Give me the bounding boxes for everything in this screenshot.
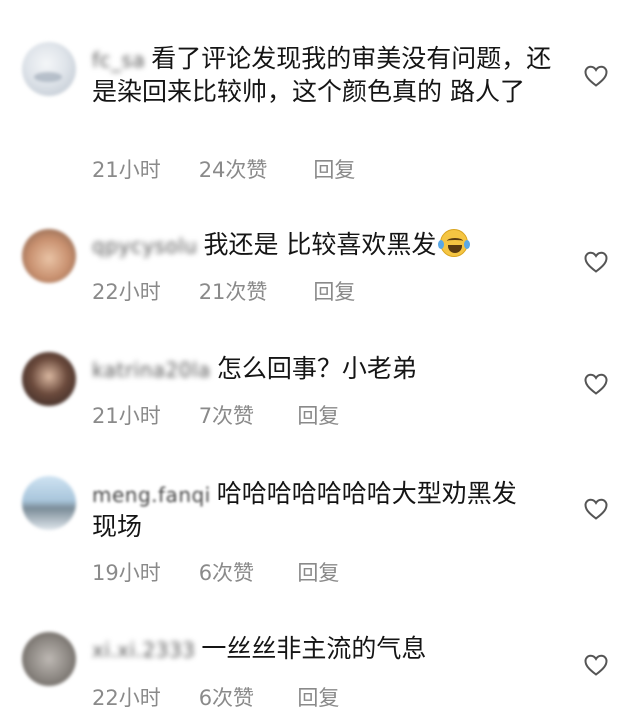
like-count[interactable]: 6次赞 — [199, 557, 291, 587]
comment-time: 22小时 — [92, 686, 161, 710]
avatar[interactable] — [22, 42, 76, 96]
like-count[interactable]: 24次赞 — [199, 154, 307, 184]
comment-text: fc_sa 看了评论发现我的审美没有问题，还是染回来比较帅，这个颜色真的 路人了 — [92, 43, 562, 107]
heart-outline-icon[interactable] — [584, 498, 608, 520]
avatar[interactable] — [22, 229, 76, 283]
reply-button[interactable]: 回复 — [313, 154, 355, 184]
comment-text: katrina20la 怎么回事？小老弟 — [92, 353, 562, 386]
comment-text: meng.fanqi 哈哈哈哈哈哈哈大型劝黑发现场 — [92, 478, 532, 542]
comment-time: 21小时 — [92, 404, 161, 428]
avatar[interactable] — [22, 476, 76, 530]
comment-time: 22小时 — [92, 280, 161, 304]
heart-outline-icon[interactable] — [584, 373, 608, 395]
comment-time: 21小时 — [92, 158, 161, 182]
like-count[interactable]: 21次赞 — [199, 276, 307, 306]
username[interactable]: meng.fanqi — [92, 480, 211, 511]
username[interactable]: fc_sa — [92, 45, 145, 76]
heart-outline-icon[interactable] — [584, 65, 608, 87]
face-with-tears-of-joy-emoji — [438, 229, 471, 257]
reply-button[interactable]: 回复 — [297, 400, 339, 430]
like-count[interactable]: 6次赞 — [199, 682, 291, 712]
reply-button[interactable]: 回复 — [297, 682, 339, 712]
heart-outline-icon[interactable] — [584, 654, 608, 676]
username[interactable]: qpycysolu — [92, 231, 197, 262]
comment-body: 一丝丝非主流的气息 — [201, 634, 427, 663]
heart-outline-icon[interactable] — [584, 251, 608, 273]
comment-text: xi.xi.2333 一丝丝非主流的气息 — [92, 633, 562, 666]
username[interactable]: xi.xi.2333 — [92, 635, 195, 666]
comment-meta: 21小时 24次赞 回复 — [92, 154, 355, 184]
comment-body: 我还是 比较喜欢黑发 — [203, 230, 437, 259]
comment-time: 19小时 — [92, 561, 161, 585]
avatar[interactable] — [22, 632, 76, 686]
comment-meta: 22小时 6次赞 回复 — [92, 682, 339, 712]
comment-meta: 19小时 6次赞 回复 — [92, 557, 339, 587]
comment-body: 怎么回事？小老弟 — [216, 354, 417, 383]
comment-body: 看了评论发现我的审美没有问题，还是染回来比较帅，这个颜色真的 路人了 — [92, 44, 552, 106]
like-count[interactable]: 7次赞 — [199, 400, 291, 430]
avatar[interactable] — [22, 352, 76, 406]
reply-button[interactable]: 回复 — [313, 276, 355, 306]
reply-button[interactable]: 回复 — [297, 557, 339, 587]
comment-meta: 22小时 21次赞 回复 — [92, 276, 355, 306]
comment-meta: 21小时 7次赞 回复 — [92, 400, 339, 430]
username[interactable]: katrina20la — [92, 355, 211, 386]
comment-text: qpycysolu 我还是 比较喜欢黑发 — [92, 229, 562, 262]
